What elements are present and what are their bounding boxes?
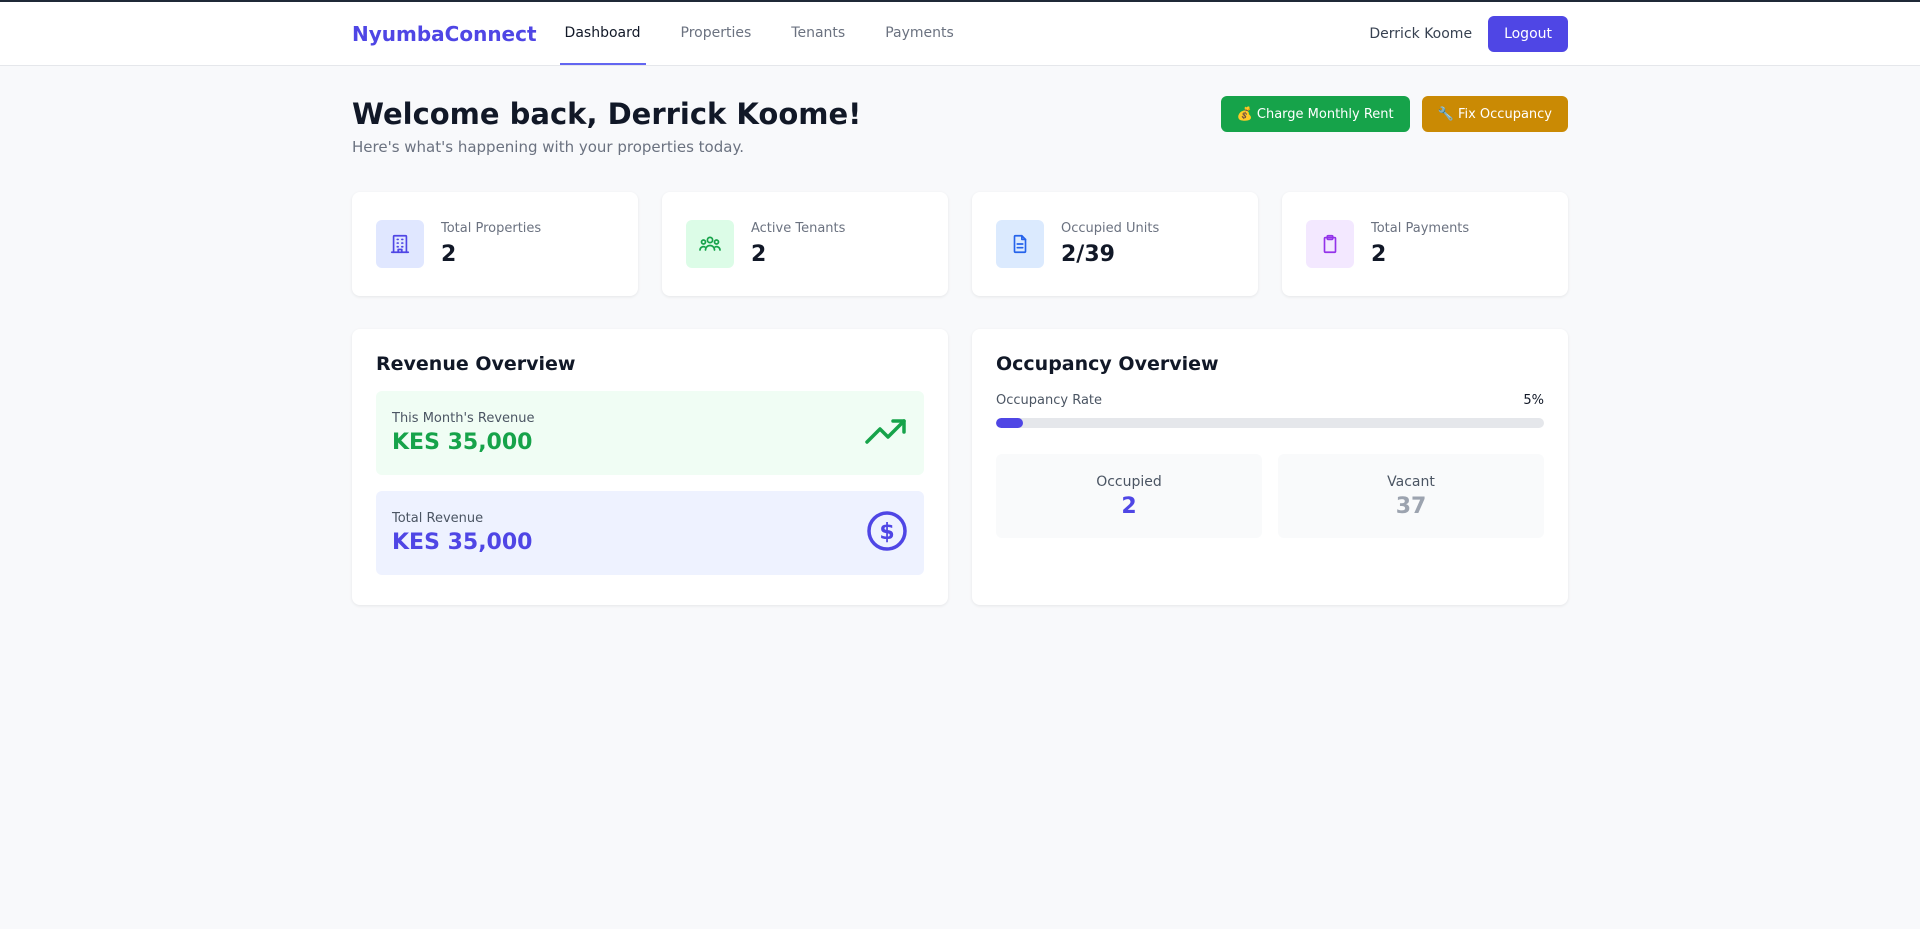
vacant-value: 37 [1395,493,1427,519]
stat-card-occupied-units: Occupied Units 2/39 [972,192,1258,296]
svg-text:$: $ [879,520,894,545]
occupancy-stats: Occupied 2 Vacant 37 [996,454,1544,538]
occupancy-progress-fill [996,418,1024,428]
fix-occupancy-button[interactable]: 🔧 Fix Occupancy [1421,96,1568,132]
brand-logo[interactable]: NyumbaConnect [352,22,537,46]
month-revenue-text: This Month's Revenue KES 35,000 [392,411,535,455]
total-revenue-value: KES 35,000 [392,530,533,555]
users-icon [686,220,734,268]
stat-card-total-properties: Total Properties 2 [352,192,638,296]
charge-monthly-rent-button[interactable]: 💰 Charge Monthly Rent [1220,96,1410,132]
navbar-left: NyumbaConnect Dashboard Properties Tenan… [352,2,989,65]
main-content: Welcome back, Derrick Koome! Here's what… [352,66,1568,605]
page-subtitle: Here's what's happening with your proper… [352,138,744,156]
occupancy-rate-value: 5% [1523,393,1544,408]
nav-link-dashboard[interactable]: Dashboard [559,2,646,65]
stat-label: Total Payments [1371,221,1470,236]
navbar-inner: NyumbaConnect Dashboard Properties Tenan… [352,2,1568,65]
stat-value: 2 [751,242,767,267]
overview-panels: Revenue Overview This Month's Revenue KE… [352,329,1568,605]
stat-value: 2 [441,242,457,267]
building-icon [376,220,424,268]
total-revenue-box: Total Revenue KES 35,000 $ [376,491,924,575]
month-revenue-value: KES 35,000 [392,430,533,455]
stat-card-total-payments: Total Payments 2 [1282,192,1568,296]
stat-text: Total Properties 2 [441,221,541,267]
revenue-overview-title: Revenue Overview [376,353,576,375]
stat-value: 2 [1371,242,1387,267]
navbar-right: Derrick Koome Logout [1369,15,1568,52]
clipboard-icon [1306,220,1354,268]
page-header-text: Welcome back, Derrick Koome! Here's what… [352,96,861,156]
stat-label: Active Tenants [751,221,846,236]
stat-text: Occupied Units 2/39 [1061,221,1159,267]
header-actions: 💰 Charge Monthly Rent 🔧 Fix Occupancy [1220,96,1568,132]
occupancy-rate-row: Occupancy Rate 5% [996,393,1544,408]
vacant-label: Vacant [1387,473,1435,490]
total-revenue-text: Total Revenue KES 35,000 [392,511,532,555]
logout-button[interactable]: Logout [1488,15,1568,52]
trending-up-icon [864,416,908,450]
occupied-value: 2 [1121,493,1137,519]
occupancy-progress-bar [996,418,1544,428]
top-navbar: NyumbaConnect Dashboard Properties Tenan… [0,2,1920,66]
nav-link-properties[interactable]: Properties [676,2,757,65]
page-title: Welcome back, Derrick Koome! [352,97,862,131]
occupied-box: Occupied 2 [996,454,1262,538]
stat-value: 2/39 [1061,242,1115,267]
nav-link-payments[interactable]: Payments [880,2,959,65]
occupancy-rate-label: Occupancy Rate [996,393,1103,408]
occupancy-overview-panel: Occupancy Overview Occupancy Rate 5% Occ… [972,329,1568,605]
document-icon [996,220,1044,268]
month-revenue-label: This Month's Revenue [392,411,535,426]
dollar-circle-icon: $ [866,510,908,556]
month-revenue-box: This Month's Revenue KES 35,000 [376,391,924,475]
revenue-overview-panel: Revenue Overview This Month's Revenue KE… [352,329,948,605]
stat-label: Occupied Units [1061,221,1160,236]
total-revenue-label: Total Revenue [392,511,484,526]
occupied-label: Occupied [1096,473,1162,490]
stat-label: Total Properties [441,221,542,236]
nav-links: Dashboard Properties Tenants Payments [559,2,989,65]
user-name: Derrick Koome [1369,25,1473,42]
stat-text: Active Tenants 2 [751,221,845,267]
occupancy-overview-title: Occupancy Overview [996,353,1219,375]
nav-link-tenants[interactable]: Tenants [786,2,850,65]
stats-grid: Total Properties 2 Active Tenants 2 Occu… [352,192,1568,296]
page-header: Welcome back, Derrick Koome! Here's what… [352,96,1568,156]
stat-card-active-tenants: Active Tenants 2 [662,192,948,296]
vacant-box: Vacant 37 [1278,454,1544,538]
stat-text: Total Payments 2 [1371,221,1469,267]
